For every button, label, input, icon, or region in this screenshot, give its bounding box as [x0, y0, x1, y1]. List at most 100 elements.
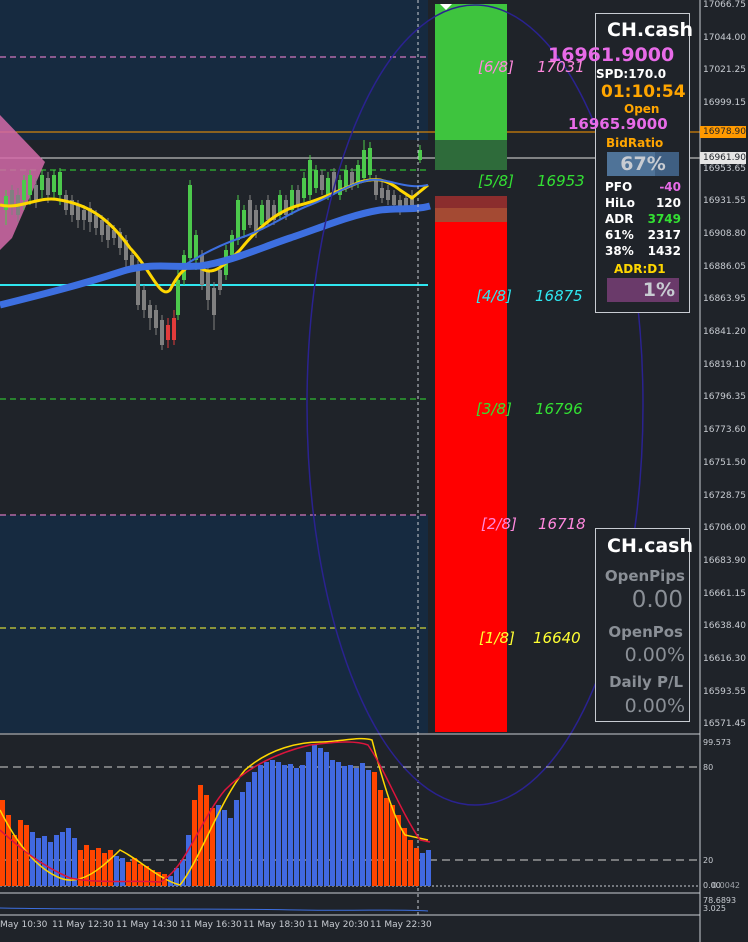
oscillator-bar — [354, 768, 359, 886]
price-axis-label: 16886.05 — [703, 262, 746, 272]
oscillator-bar — [234, 800, 239, 886]
candle-body — [76, 205, 80, 220]
osc-80-label: 80 — [703, 763, 714, 772]
stat-row: HiLo 120 — [605, 196, 685, 212]
price-axis-label: 17021.25 — [703, 65, 746, 75]
oscillator-bar — [48, 842, 53, 886]
oscillator-bar — [408, 840, 413, 886]
adr-gauge: 1% — [607, 278, 679, 302]
candle-body — [350, 172, 354, 185]
adr-label: ADR:D1 — [614, 262, 666, 276]
candle-body — [22, 180, 26, 200]
candle-body — [52, 175, 56, 192]
price-axis-label: 16571.45 — [703, 719, 746, 729]
candle-body — [236, 200, 240, 240]
candle-body — [254, 210, 258, 232]
candle-body — [284, 200, 288, 215]
murrey-level-label: [2/8] — [481, 515, 517, 533]
candle-body — [142, 290, 146, 310]
stat-value: 3749 — [647, 212, 681, 226]
osc-sub-value-label: 0.0042 — [712, 881, 740, 890]
open-pos-value: 0.00% — [624, 644, 685, 666]
candle-body — [380, 188, 384, 198]
candle-body — [100, 220, 104, 235]
candle-body — [40, 175, 44, 190]
time-axis-label: 11 May 18:30 — [243, 920, 305, 930]
oscillator-bar — [348, 765, 353, 886]
bull-range-bar-shade — [435, 140, 507, 170]
sub-indicator-line — [0, 907, 429, 912]
sub-bottom-label: 3.025 — [703, 904, 726, 913]
price-axis-label: 16863.95 — [703, 294, 746, 304]
murrey-level-label: [5/8] — [478, 172, 514, 190]
oscillator-bar — [24, 825, 29, 886]
oscillator-bar — [78, 850, 83, 886]
oscillator-bar — [336, 762, 341, 886]
candle-body — [266, 200, 270, 220]
oscillator-bar — [420, 853, 425, 886]
price-axis-label: 16638.40 — [703, 621, 746, 631]
oscillator-bar — [288, 764, 293, 886]
oscillator-bar — [270, 760, 275, 886]
candle-body — [248, 200, 252, 225]
pl-symbol-title: CH.cash — [607, 535, 693, 557]
oscillator-bar — [222, 810, 227, 886]
price-axis-label: 17066.75 — [703, 0, 746, 10]
price-axis-label: 16908.80 — [703, 229, 746, 239]
stat-row: PFO -40 — [605, 180, 685, 196]
stat-label: 61% — [605, 228, 634, 242]
price-tag-orange: 16978.90 — [700, 126, 746, 138]
candle-body — [338, 180, 342, 195]
info-symbol-title: CH.cash — [607, 19, 693, 41]
candle-body — [320, 175, 324, 190]
trading-chart-window[interactable]: [6/8] 17031 [5/8] 16953 [4/8] 16875 [3/8] 16796… — [0, 0, 748, 942]
time-axis-label: 11 May 22:30 — [370, 920, 432, 930]
oscillator-bar — [342, 766, 347, 886]
oscillator-bar — [54, 835, 59, 886]
murrey-level-label: [1/8] — [479, 629, 515, 647]
murrey-level-price: 16796 — [535, 400, 583, 418]
oscillator-bar — [264, 762, 269, 886]
adr-value: 1% — [642, 279, 675, 301]
oscillator-bar — [372, 772, 377, 886]
candle-body — [58, 172, 62, 195]
price-axis-label: 16728.75 — [703, 491, 746, 501]
oscillator-bar — [240, 792, 245, 886]
price-axis-label: 16773.60 — [703, 425, 746, 435]
price-axis-label: 16751.50 — [703, 458, 746, 468]
candle-body — [356, 165, 360, 182]
stat-label: ADR — [605, 212, 634, 226]
murrey-level-price: 16640 — [533, 629, 581, 647]
time-axis-label: 11 May 16:30 — [180, 920, 242, 930]
pl-panel: CH.cash OpenPips 0.00 OpenPos 0.00% Dail… — [595, 528, 693, 722]
candle-body — [172, 318, 176, 340]
bid-ratio-value: 67% — [620, 153, 666, 175]
lower-zone — [0, 515, 428, 733]
murrey-level-price: 16718 — [538, 515, 586, 533]
open-price-readout: 16965.9000 — [568, 115, 668, 133]
candle-body — [188, 185, 192, 258]
oscillator-bar — [18, 820, 23, 886]
symbol-info-panel: CH.cash 16961.9000 SPD:170.0 01:10:54 Op… — [548, 13, 693, 313]
oscillator-bar — [186, 835, 191, 886]
open-pips-label: OpenPips — [604, 567, 685, 585]
price-axis-label: 16683.90 — [703, 556, 746, 566]
candle-body — [418, 150, 422, 160]
stat-value: -40 — [659, 180, 681, 194]
oscillator-bar — [384, 798, 389, 886]
candle-body — [176, 280, 180, 315]
candle-body — [362, 150, 366, 178]
candle-body — [302, 178, 306, 198]
price-axis-label: 17044.00 — [703, 33, 746, 43]
time-axis-label: May 10:30 — [0, 920, 48, 930]
oscillator-bar — [126, 862, 131, 886]
time-axis-label: 11 May 14:30 — [116, 920, 178, 930]
candle-body — [212, 288, 216, 315]
price-axis-label: 16706.00 — [703, 523, 746, 533]
oscillator-bar — [324, 752, 329, 886]
candle-body — [34, 185, 38, 200]
candle-body — [10, 190, 14, 205]
price-axis-label: 16593.55 — [703, 687, 746, 697]
oscillator-bar — [246, 782, 251, 886]
open-pos-label: OpenPos — [608, 623, 683, 641]
